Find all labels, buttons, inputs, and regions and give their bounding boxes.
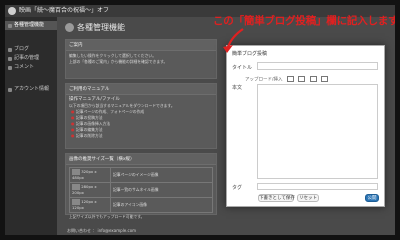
image-size-panel: 画像の推奨サイズ一覧（横x縦） 320px x 480px 記事ページのイメージ… [65,153,217,219]
posts-icon [8,56,12,61]
title-input[interactable] [257,62,378,70]
pin-icon [8,47,12,52]
info-panel: ご案内 編集したい操作をクリックして選択してください。 上部の「各種のご案内」か… [65,39,217,79]
upload-label: アップロード/挿入 [245,77,283,83]
comment-icon [8,65,12,70]
sidebar-item-comments[interactable]: コメント [5,63,57,72]
gear-icon [65,23,74,32]
body-textarea[interactable] [257,84,378,179]
wordpress-logo-icon[interactable] [8,7,16,15]
sidebar-item-posts[interactable]: 記事の管理 [5,54,57,63]
sidebar-item-management[interactable]: 各種管理機能 [5,21,57,30]
publish-button[interactable]: 公開 [365,194,379,202]
title-label: タイトル [232,65,253,71]
image-upload-icon[interactable] [286,76,294,82]
image-size-note: 上記サイズ以外でもアップロード可能です。 [69,214,145,219]
tag-label: タグ [232,185,243,191]
info-line: 上部の「各種のご案内」から機能の詳細を確認できます。 [69,59,168,64]
sidebar-item-blog[interactable]: ブログ [5,45,57,54]
info-panel-heading: ご案内 [66,40,216,51]
save-draft-button[interactable]: 下書きとして保存 [258,194,295,202]
footer-contact: お問い合わせ ： info@example.com [67,228,137,233]
sidebar-item-account[interactable]: アカウント情報 [5,85,57,94]
reset-button[interactable]: リセット [297,194,319,202]
video-upload-icon[interactable] [298,76,306,82]
tag-input[interactable] [257,183,378,190]
table-row: 280px x 200px 記事一覧のサムネイル画像 [69,182,213,198]
browser-screen: 映画「続～魔百合の祝福～」オフ 各種管理機能 ブログ 記事の管理 コメント アカ… [5,5,395,235]
image-size-heading: 画像の推奨サイズ一覧（横x縦） [66,154,216,165]
media-upload-icon[interactable] [321,76,329,82]
annotation-callout: この「簡単ブログ投稿」欄に記入します。 [213,15,395,27]
page-title: 各種管理機能 [77,23,125,32]
manual-panel: ご利用のマニュアル 操作マニュアル/ファイル 以下の項目から該当するマニュアルを… [65,83,217,149]
audio-upload-icon[interactable] [309,76,317,82]
annotation-arrow-icon [223,28,244,53]
image-size-table: 320px x 480px 記事ページのイメージ画像 280px x 200px… [69,167,213,213]
admin-sidebar: 各種管理機能 ブログ 記事の管理 コメント アカウント情報 [5,17,57,235]
site-name-link[interactable]: 映画「続～魔百合の祝福～」オフ [19,5,109,17]
upload-toolbar: アップロード/挿入 [245,76,329,83]
body-label: 本文 [232,85,243,91]
screenshot-frame: 映画「続～魔百合の祝福～」オフ 各種管理機能 ブログ 記事の管理 コメント アカ… [0,0,400,240]
user-icon [8,87,12,92]
manual-link[interactable]: 記事の削除方法 [69,133,213,139]
quick-post-modal: 簡単ブログ投稿 タイトル アップロード/挿入 本文 タグ 下書きとして保存 リセ… [226,45,385,207]
table-row: 320px x 480px 記事ページのイメージ画像 [69,167,213,183]
manual-panel-heading: ご利用のマニュアル [66,84,216,95]
dashboard-icon [8,23,12,28]
table-row: 120px x 120px 記事のアイコン画像 [69,197,213,213]
